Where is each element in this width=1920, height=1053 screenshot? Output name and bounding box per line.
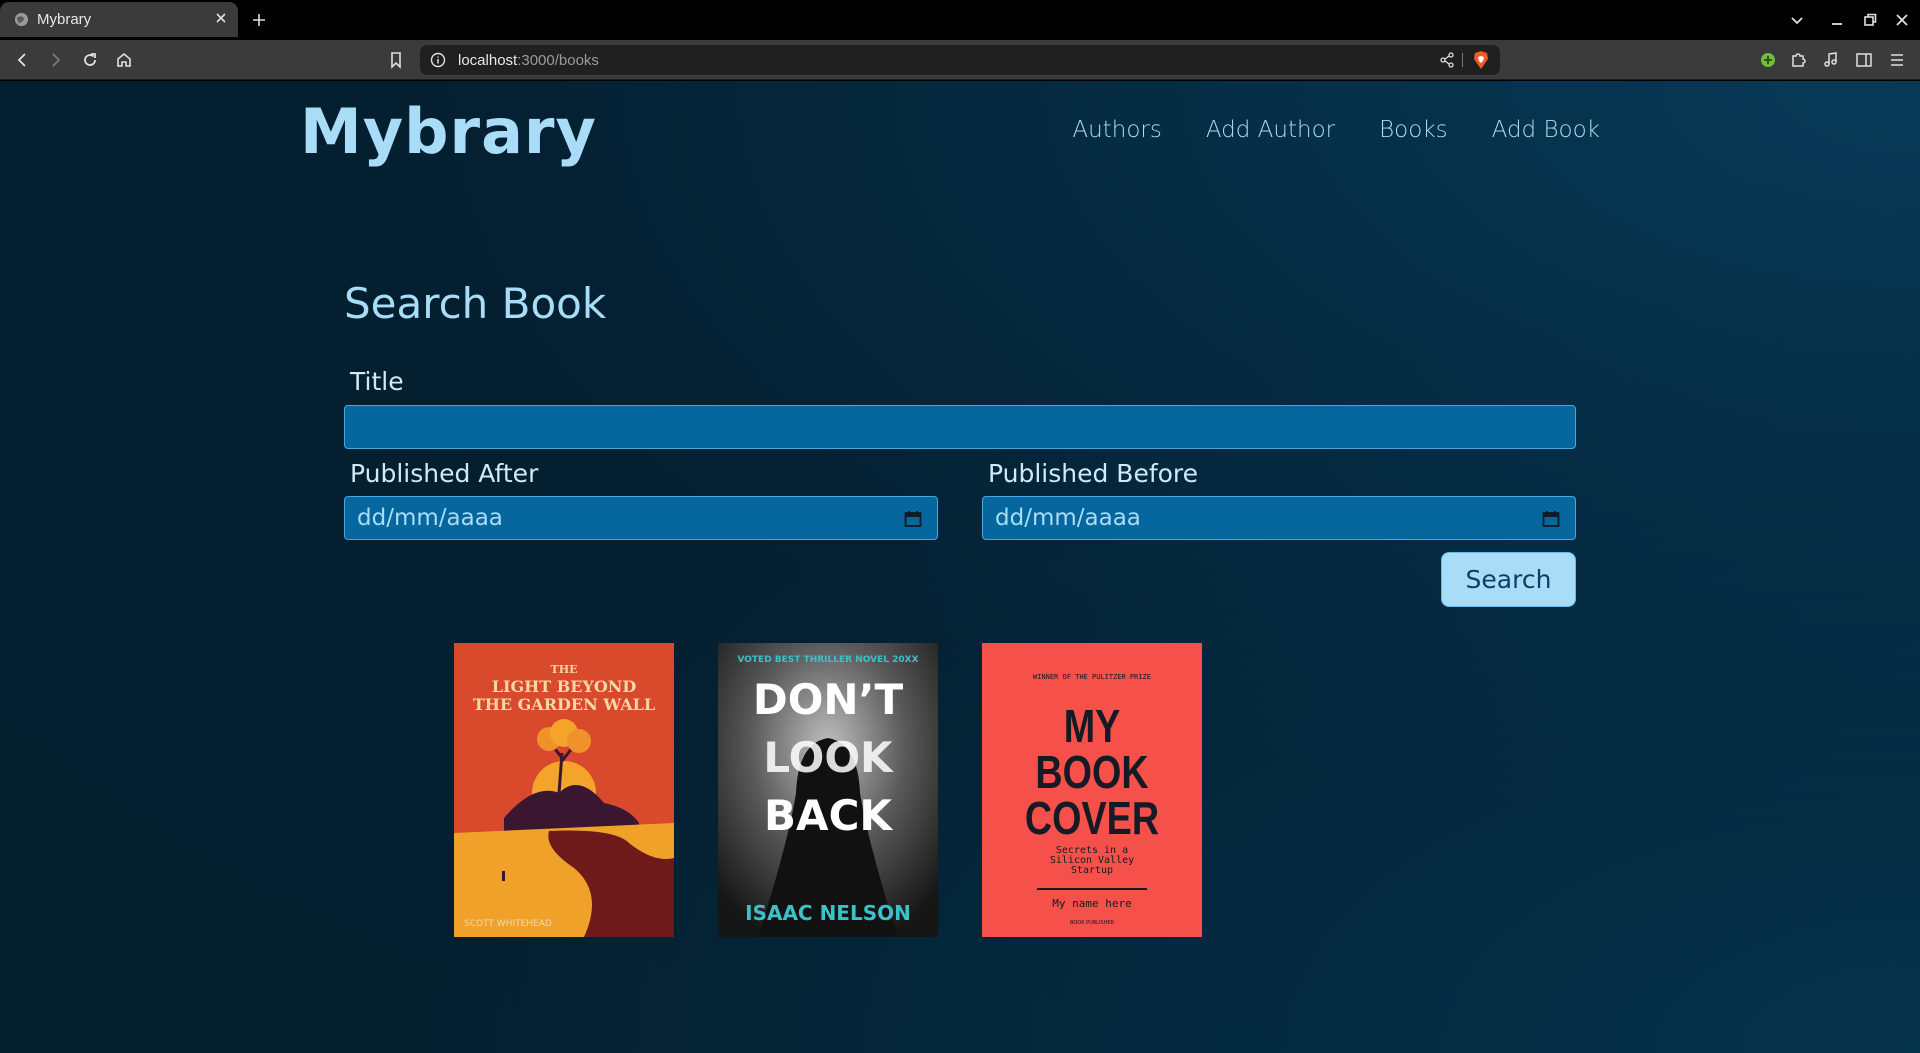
published-before-label: Published Before bbox=[988, 459, 1199, 488]
title-input[interactable] bbox=[344, 405, 1576, 449]
browser-tab[interactable]: Mybrary bbox=[0, 2, 238, 37]
bookmark-icon[interactable] bbox=[386, 50, 406, 70]
book-cover-2[interactable]: VOTED BEST THRILLER NOVEL 20XX DON’T LOO… bbox=[718, 643, 938, 937]
published-before-placeholder: dd/mm/aaaa bbox=[995, 505, 1141, 531]
book-3-divider bbox=[1037, 888, 1147, 890]
browser-tab-bar: Mybrary bbox=[0, 0, 1920, 40]
book-2-title-line-3: BACK bbox=[764, 791, 892, 840]
close-tab-icon[interactable] bbox=[212, 9, 230, 27]
book-2-title-line-1: DON’T bbox=[752, 675, 904, 724]
book-3-tagline: WINNER OF THE PULITZER PRIZE bbox=[1032, 673, 1151, 681]
tab-title: Mybrary bbox=[37, 11, 92, 28]
globe-icon bbox=[14, 12, 29, 27]
share-icon[interactable] bbox=[1438, 51, 1456, 69]
minimize-icon[interactable] bbox=[1828, 11, 1846, 29]
published-after-input[interactable]: dd/mm/aaaa bbox=[344, 496, 938, 540]
book-1-title-line-3: THE GARDEN WALL bbox=[472, 695, 656, 714]
close-window-icon[interactable] bbox=[1893, 11, 1911, 29]
page-title: Search Book bbox=[344, 279, 607, 328]
vpn-status-icon[interactable] bbox=[1758, 50, 1778, 70]
media-icon[interactable] bbox=[1821, 50, 1841, 70]
book-1-title-line-1: THE bbox=[550, 663, 578, 676]
published-before-input[interactable]: dd/mm/aaaa bbox=[982, 496, 1576, 540]
forward-icon[interactable] bbox=[46, 50, 66, 70]
menu-icon[interactable] bbox=[1887, 50, 1907, 70]
new-tab-icon[interactable] bbox=[250, 11, 268, 29]
book-2-tagline: VOTED BEST THRILLER NOVEL 20XX bbox=[737, 655, 919, 665]
url-divider bbox=[1462, 53, 1463, 67]
book-2-author: ISAAC NELSON bbox=[745, 901, 911, 925]
address-bar[interactable]: localhost:3000/books bbox=[420, 45, 1500, 75]
restore-icon[interactable] bbox=[1861, 11, 1879, 29]
book-1-author: SCOTT WHITEHEAD bbox=[464, 919, 552, 929]
book-1-title-line-2: LIGHT BEYOND bbox=[491, 677, 637, 696]
url-host: localhost bbox=[458, 52, 518, 69]
book-3-publisher: BOOK PUBLISHER bbox=[1069, 920, 1114, 926]
url-text: localhost:3000/books bbox=[458, 52, 599, 69]
calendar-icon[interactable] bbox=[903, 509, 923, 529]
book-3-title-line-3: COVER bbox=[1024, 792, 1160, 844]
book-3-subtitle-line-3: Startup bbox=[1070, 865, 1114, 876]
tab-list-chevron-icon[interactable] bbox=[1788, 11, 1806, 29]
brave-shield-icon[interactable] bbox=[1472, 50, 1490, 70]
page: Mybrary Authors Add Author Books Add Boo… bbox=[0, 81, 1920, 1053]
url-path: :3000/books bbox=[517, 52, 599, 69]
published-after-label: Published After bbox=[350, 459, 539, 488]
book-cover-3[interactable]: WINNER OF THE PULITZER PRIZE MY BOOK COV… bbox=[982, 643, 1202, 937]
home-icon[interactable] bbox=[114, 50, 134, 70]
book-2-title-line-2: LOOK bbox=[763, 733, 893, 782]
title-label: Title bbox=[350, 367, 404, 396]
book-cover-1[interactable]: THE LIGHT BEYOND THE GARDEN WALL SCOTT W… bbox=[454, 643, 674, 937]
reload-icon[interactable] bbox=[80, 50, 100, 70]
search-button[interactable]: Search bbox=[1441, 552, 1576, 607]
site-info-icon[interactable] bbox=[430, 52, 446, 68]
published-after-placeholder: dd/mm/aaaa bbox=[357, 505, 503, 531]
book-3-author: My name here bbox=[1052, 897, 1132, 910]
sidebar-icon[interactable] bbox=[1854, 50, 1874, 70]
extensions-icon[interactable] bbox=[1788, 50, 1808, 70]
browser-toolbar: localhost:3000/books bbox=[0, 40, 1920, 80]
calendar-icon[interactable] bbox=[1541, 509, 1561, 529]
search-section: Search Book Title Published After dd/mm/… bbox=[344, 81, 1576, 1053]
back-icon[interactable] bbox=[12, 50, 32, 70]
